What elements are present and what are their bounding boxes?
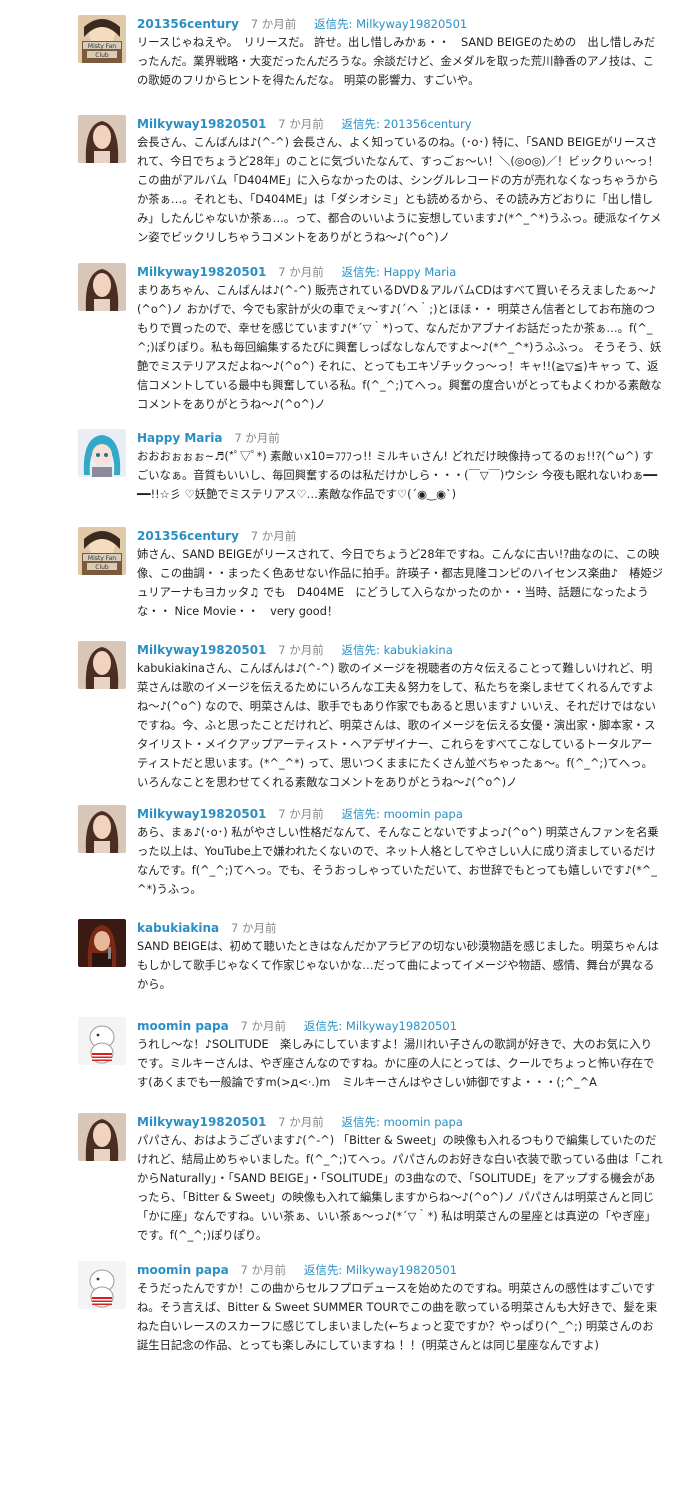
reply-to-link[interactable]: 返信先: Milkyway19820501 <box>314 17 467 31</box>
comment-text: 会長さん、こんばんは♪(^-^) 会長さん、よく知っているのね。(･o･) 特に… <box>137 136 662 244</box>
timestamp[interactable]: 7 か月前 <box>278 643 323 657</box>
timestamp[interactable]: 7 か月前 <box>251 17 296 31</box>
comment-meta: moomin papa 7 か月前 返信先: Milkyway19820501 <box>137 1017 663 1035</box>
comment-meta: 201356century 7 か月前 返信先: Milkyway1982050… <box>137 15 663 33</box>
reply-label: 返信先: <box>303 1263 343 1277</box>
comment-text: おおおぉぉぉ~♬(*ﾟ▽ﾟ*) 素敵ぃx10=ﾌﾌﾌっ!! ミルキぃさん! どれ… <box>137 450 658 501</box>
reply-to-link[interactable]: 返信先: 201356century <box>342 117 472 131</box>
comment-body: Happy Maria 7 か月前 おおおぉぉぉ~♬(*ﾟ▽ﾟ*) 素敵ぃx10… <box>137 429 663 504</box>
author-link[interactable]: Milkyway19820501 <box>137 1115 266 1129</box>
misty-fan-club-avatar[interactable]: Misty Fan Club <box>78 15 126 63</box>
comment-meta: Happy Maria 7 か月前 <box>137 429 663 447</box>
reply-label: 返信先: <box>341 1115 380 1129</box>
reply-to-user[interactable]: Milkyway19820501 <box>346 1263 457 1277</box>
author-link[interactable]: kabukiakina <box>137 921 219 935</box>
comment-text: うれし〜な！♪SOLITUDE 楽しみにしていますよ！湯川れい子さんの歌詞が好き… <box>137 1038 655 1089</box>
reply-label: 返信先: <box>341 807 380 821</box>
timestamp[interactable]: 7 か月前 <box>278 807 323 821</box>
timestamp[interactable]: 7 か月前 <box>241 1019 286 1033</box>
comment-meta: Milkyway19820501 7 か月前 返信先: Happy Maria <box>137 263 663 281</box>
comment-body: moomin papa 7 か月前 返信先: Milkyway19820501 … <box>137 1261 663 1355</box>
comment-body: Milkyway19820501 7 か月前 返信先: moomin papa … <box>137 805 663 899</box>
author-link[interactable]: Milkyway19820501 <box>137 643 266 657</box>
timestamp[interactable]: 7 か月前 <box>251 529 296 543</box>
comment-text: kabukiakinaさん、こんばんは♪(^-^) 歌のイメージを視聴者の方々伝… <box>137 662 656 789</box>
comment-text: あら、まぁ♪(･o･) 私がやさしい性格だなんて、そんなことないですよっ♪(^o… <box>137 826 659 896</box>
author-link[interactable]: moomin papa <box>137 1019 229 1033</box>
reply-label: 返信先: <box>303 1019 343 1033</box>
comment-text: まりあちゃん、こんばんは♪(^-^) 販売されているDVD＆アルバムCDはすべて… <box>137 284 662 411</box>
comment-body: 201356century 7 か月前 姉さん、SAND BEIGEがリースされ… <box>137 527 663 621</box>
reply-to-user[interactable]: Milkyway19820501 <box>356 17 467 31</box>
comment-meta: Milkyway19820501 7 か月前 返信先: moomin papa <box>137 1113 663 1131</box>
comment-text: 姉さん、SAND BEIGEがリースされて、今日でちょうど28年ですね。こんなに… <box>137 548 663 618</box>
svg-text:Misty Fan: Misty Fan <box>88 43 116 50</box>
comment-meta: moomin papa 7 か月前 返信先: Milkyway19820501 <box>137 1261 663 1279</box>
woman-portrait-avatar[interactable] <box>78 1113 126 1161</box>
woman-portrait-avatar[interactable] <box>78 641 126 689</box>
reply-to-user[interactable]: Happy Maria <box>384 265 457 279</box>
comment-body: Milkyway19820501 7 か月前 返信先: 201356centur… <box>137 115 663 247</box>
reply-to-link[interactable]: 返信先: Happy Maria <box>342 265 457 279</box>
svg-text:Club: Club <box>95 52 109 59</box>
reply-label: 返信先: <box>341 265 380 279</box>
svg-text:Club: Club <box>95 564 109 571</box>
reply-to-user[interactable]: 201356century <box>384 117 472 131</box>
comment-meta: 201356century 7 か月前 <box>137 527 663 545</box>
reply-to-link[interactable]: 返信先: kabukiakina <box>342 643 453 657</box>
comment-text: パパさん、おはようございます♪(^-^) 「Bitter & Sweet」の映像… <box>137 1134 663 1242</box>
moomin-avatar[interactable] <box>78 1261 126 1309</box>
woman-portrait-avatar[interactable] <box>78 263 126 311</box>
timestamp[interactable]: 7 か月前 <box>234 431 279 445</box>
comment-body: 201356century 7 か月前 返信先: Milkyway1982050… <box>137 15 663 90</box>
author-link[interactable]: moomin papa <box>137 1263 229 1277</box>
moomin-avatar[interactable] <box>78 1017 126 1065</box>
woman-portrait-avatar[interactable] <box>78 805 126 853</box>
comment-meta: Milkyway19820501 7 か月前 返信先: moomin papa <box>137 805 663 823</box>
timestamp[interactable]: 7 か月前 <box>231 921 276 935</box>
comment-meta: kabukiakina 7 か月前 <box>137 919 663 937</box>
woman-portrait-avatar[interactable] <box>78 115 126 163</box>
comment-body: Milkyway19820501 7 か月前 返信先: kabukiakina … <box>137 641 663 792</box>
comment-text: リースじゃねえや。 リリースだ。 許せ。出し惜しみかぁ・・ SAND BEIGE… <box>137 36 656 87</box>
reply-label: 返信先: <box>341 643 380 657</box>
comment-body: Milkyway19820501 7 か月前 返信先: moomin papa … <box>137 1113 663 1245</box>
author-link[interactable]: 201356century <box>137 529 239 543</box>
reply-to-user[interactable]: moomin papa <box>384 1115 463 1129</box>
svg-text:Misty Fan: Misty Fan <box>88 555 116 562</box>
comment-meta: Milkyway19820501 7 か月前 返信先: 201356centur… <box>137 115 663 133</box>
reply-label: 返信先: <box>341 117 380 131</box>
author-link[interactable]: Milkyway19820501 <box>137 807 266 821</box>
reply-label: 返信先: <box>314 17 353 31</box>
comment-body: kabukiakina 7 か月前 SAND BEIGEは、初めて聴いたときはな… <box>137 919 663 994</box>
author-link[interactable]: Happy Maria <box>137 431 223 445</box>
comment-body: Milkyway19820501 7 か月前 返信先: Happy Maria … <box>137 263 663 414</box>
comment-body: moomin papa 7 か月前 返信先: Milkyway19820501 … <box>137 1017 663 1092</box>
reply-to-link[interactable]: 返信先: moomin papa <box>342 807 463 821</box>
timestamp[interactable]: 7 か月前 <box>278 1115 323 1129</box>
reply-to-user[interactable]: kabukiakina <box>384 643 453 657</box>
misty-fan-club-avatar[interactable]: Misty Fan Club <box>78 527 126 575</box>
author-link[interactable]: Milkyway19820501 <box>137 265 266 279</box>
reply-to-user[interactable]: Milkyway19820501 <box>346 1019 457 1033</box>
comment-text: そうだったんですか！この曲からセルフプロデュースを始めたのですね。明菜さんの感性… <box>137 1282 658 1352</box>
reply-to-link[interactable]: 返信先: Milkyway19820501 <box>304 1263 457 1277</box>
reply-to-link[interactable]: 返信先: moomin papa <box>342 1115 463 1129</box>
reply-to-link[interactable]: 返信先: Milkyway19820501 <box>304 1019 457 1033</box>
timestamp[interactable]: 7 か月前 <box>278 117 323 131</box>
timestamp[interactable]: 7 か月前 <box>278 265 323 279</box>
timestamp[interactable]: 7 か月前 <box>241 1263 286 1277</box>
comment-text: SAND BEIGEは、初めて聴いたときはなんだかアラビアの切ない砂漠物語を感じ… <box>137 940 659 991</box>
author-link[interactable]: 201356century <box>137 17 239 31</box>
singer-photo-avatar[interactable] <box>78 919 126 967</box>
author-link[interactable]: Milkyway19820501 <box>137 117 266 131</box>
anime-girl-avatar[interactable] <box>78 429 126 477</box>
comment-meta: Milkyway19820501 7 か月前 返信先: kabukiakina <box>137 641 663 659</box>
reply-to-user[interactable]: moomin papa <box>384 807 463 821</box>
